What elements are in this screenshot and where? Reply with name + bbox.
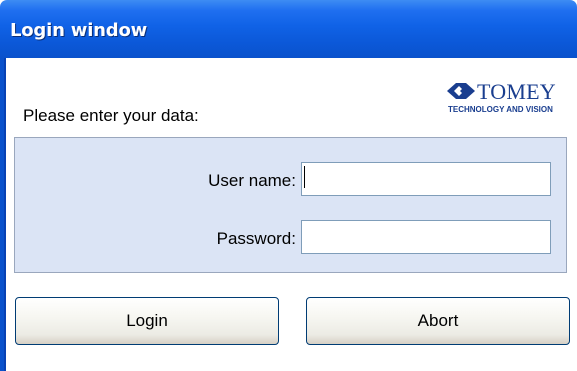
username-input[interactable] xyxy=(301,162,551,196)
login-window: Login window TOMEY TECHNOLOGY AND VISION… xyxy=(0,0,577,371)
tomey-logo: TOMEY TECHNOLOGY AND VISION xyxy=(446,79,568,120)
window-title: Login window xyxy=(10,20,148,41)
login-button[interactable]: Login xyxy=(15,297,279,345)
abort-button[interactable]: Abort xyxy=(306,297,570,345)
window-left-frame-shadow xyxy=(4,58,6,371)
tomey-logo-icon xyxy=(447,83,475,99)
credentials-panel: User name: Password: xyxy=(14,137,567,273)
username-label: User name: xyxy=(208,171,296,190)
text-cursor xyxy=(304,166,305,188)
password-input[interactable] xyxy=(301,220,551,254)
password-label: Password: xyxy=(216,229,296,248)
logo-tagline: TECHNOLOGY AND VISION xyxy=(448,105,553,114)
title-bar[interactable]: Login window xyxy=(0,0,577,58)
logo-wordmark: TOMEY xyxy=(477,79,556,104)
instruction-text: Please enter your data: xyxy=(23,106,199,125)
